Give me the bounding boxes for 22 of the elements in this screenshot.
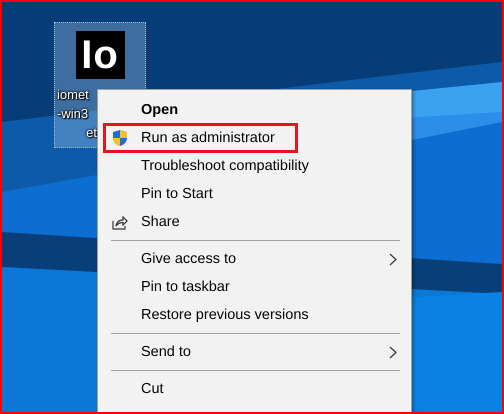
menu-item-label: Pin to Start [141,186,213,202]
menu-item-label: Send to [141,344,191,360]
menu-item[interactable]: Give access to [98,245,411,273]
menu-item-label: Pin to taskbar [141,279,230,295]
shortcut-label: iomet [57,86,89,104]
menu-item[interactable]: Restore previous versions [98,301,411,329]
shortcut-label: -win3 [57,105,88,123]
menu-item-label: Give access to [141,251,236,267]
menu-item-label: Cut [141,381,164,397]
menu-item[interactable]: Pin to Start [98,180,411,208]
menu-item-label: Share [141,214,180,230]
share-icon [112,214,128,230]
shortcut-label: et [86,124,97,142]
menu-item-label: Restore previous versions [141,307,309,323]
shield-icon [112,129,128,147]
menu-item[interactable]: Share [98,208,411,236]
app-logo: Io [76,31,124,79]
menu-item[interactable]: Send to [98,338,411,366]
menu-item-label: Troubleshoot compatibility [141,158,309,174]
menu-item[interactable]: Cut [98,375,411,403]
menu-item[interactable]: Troubleshoot compatibility [98,152,411,180]
menu-item[interactable]: Pin to taskbar [98,273,411,301]
